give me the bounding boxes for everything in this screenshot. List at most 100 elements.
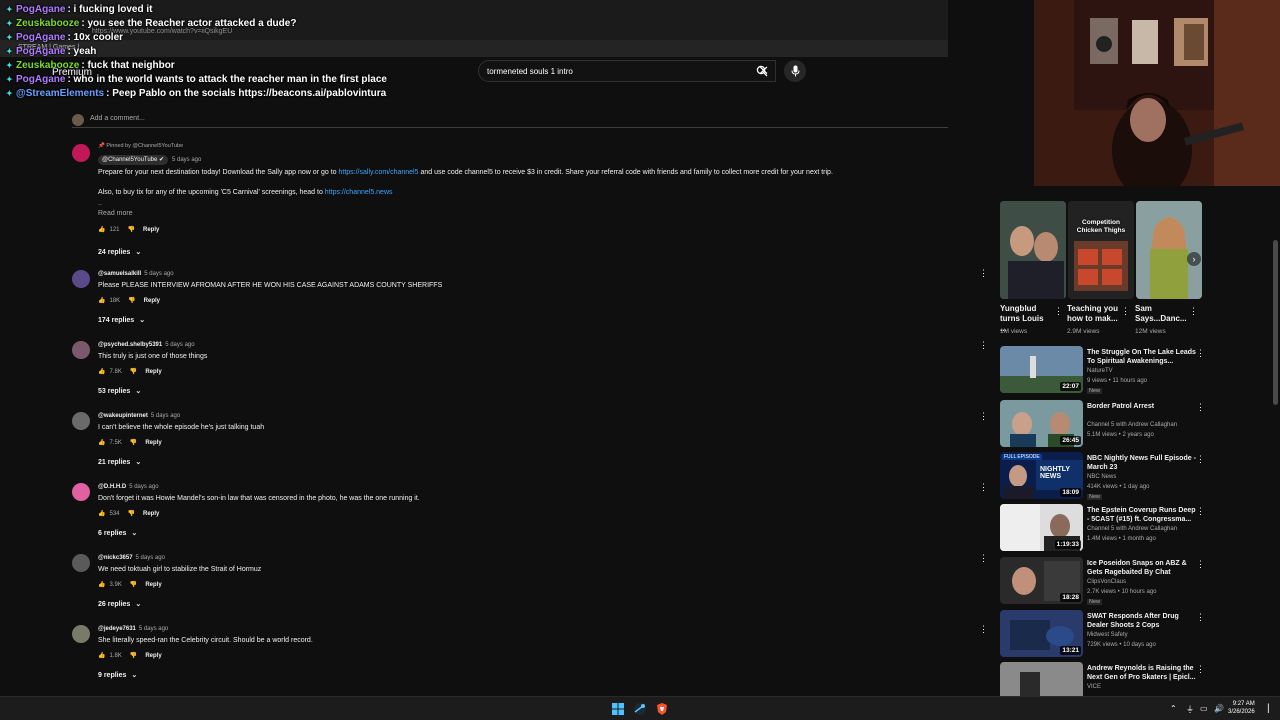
more-options-icon[interactable]: ⋮ [979,340,988,351]
video-menu-icon[interactable]: ⋮ [1196,506,1205,517]
chat-username[interactable]: PogAgane [16,74,65,85]
chat-username[interactable]: Zeuskabooze [16,18,79,29]
more-options-icon[interactable]: ⋮ [979,624,988,635]
video-menu-icon[interactable]: ⋮ [1196,402,1205,413]
usb-icon[interactable]: ⏚ [1186,704,1194,715]
comment-time[interactable]: 5 days ago [144,271,173,277]
short-title[interactable]: Teaching you how to mak... [1067,304,1119,324]
video-title[interactable]: The Struggle On The Lake Leads To Spirit… [1087,348,1197,366]
author-name[interactable]: @wakeupinternet [98,413,148,419]
view-replies-button[interactable]: 6 replies ⌄ [98,529,137,538]
add-comment-placeholder[interactable]: Add a comment... [90,115,145,122]
thumbs-down-icon[interactable]: 👎 [130,368,137,375]
view-replies-button[interactable]: 26 replies ⌄ [98,600,141,609]
reply-button[interactable]: Reply [145,582,161,588]
channel-name[interactable]: ClipsVonClaus [1087,579,1126,585]
like-button[interactable]: 👍 7.5K [98,439,122,447]
clock[interactable]: 9:27 AM 3/26/2026 [1228,700,1255,716]
video-menu-icon[interactable]: ⋮ [1196,454,1205,465]
video-thumbnail[interactable]: 18:28 [1000,557,1083,604]
comment-time[interactable]: 5 days ago [172,157,201,163]
author-name[interactable]: @nickc3657 [98,555,133,561]
brave-browser-icon[interactable] [655,702,669,716]
like-button[interactable]: 👍 3.9K [98,581,122,589]
reply-button[interactable]: Reply [145,369,161,375]
avatar[interactable] [72,554,90,572]
thumbs-down-icon[interactable]: 👎 [128,297,135,304]
avatar[interactable] [72,412,90,430]
video-title[interactable]: NBC Nightly News Full Episode - March 23 [1087,454,1197,472]
channel-name[interactable]: NBC News [1087,474,1116,480]
steam-icon[interactable] [633,702,647,716]
video-title[interactable]: SWAT Responds After Drug Dealer Shoots 2… [1087,612,1197,630]
related-video[interactable]: 1:19:33 The Epstein Coverup Runs Deep - 5… [1000,504,1240,556]
windows-start-icon[interactable] [611,702,625,716]
thumbs-down-icon[interactable]: 👎 [130,439,137,446]
short-menu-icon[interactable]: ⋮ [1189,306,1198,317]
shorts-next-button[interactable]: › [1187,252,1201,266]
thumbs-down-icon[interactable]: 👎 [128,510,135,517]
channel-name[interactable]: Channel 5 with Andrew Callaghan [1087,422,1177,428]
channel-name[interactable]: Channel 5 with Andrew Callaghan [1087,526,1177,532]
more-options-icon[interactable]: ⋮ [979,553,988,564]
author-name[interactable]: @jedeye7631 [98,626,136,632]
replies-count[interactable]: 6 replies [98,530,126,537]
channel-name[interactable]: Midwest Safety [1087,632,1128,638]
related-video[interactable]: FULL EPISODE NIGHTLY NEWS 18:09 NBC Nightly… [1000,452,1240,504]
like-button[interactable]: 👍 121 [98,226,120,234]
related-video[interactable]: 18:28 Ice Poseidon Snaps on ABZ & Gets Ra… [1000,557,1240,609]
thumbs-down-icon[interactable]: 👎 [130,581,137,588]
search-button[interactable] [750,60,774,82]
monitor-icon[interactable]: ▭ [1200,704,1208,713]
chat-username[interactable]: PogAgane [16,4,65,15]
chat-username[interactable]: Zeuskabooze [16,60,79,71]
view-replies-button[interactable]: 53 replies ⌄ [98,387,141,396]
related-video[interactable]: 22:07 The Struggle On The Lake Leads To S… [1000,346,1240,398]
add-comment-field[interactable]: Add a comment... [72,112,948,128]
like-button[interactable]: 👍 18K [98,297,120,305]
author-name[interactable]: @Channel5YouTube [102,157,157,163]
scrollbar-thumb[interactable] [1273,240,1278,405]
reply-button[interactable]: Reply [145,440,161,446]
chat-username[interactable]: PogAgane [16,46,65,57]
video-thumbnail[interactable]: 22:07 [1000,346,1083,393]
video-title[interactable]: Ice Poseidon Snaps on ABZ & Gets Ragebai… [1087,559,1197,577]
more-options-icon[interactable]: ⋮ [979,482,988,493]
view-replies-button[interactable]: 174 replies ⌄ [98,316,145,325]
short-thumbnail[interactable]: Competition Chicken Thighs [1068,201,1134,299]
like-button[interactable]: 👍 534 [98,510,120,518]
replies-count[interactable]: 21 replies [98,459,130,466]
search-input[interactable]: tormeneted souls 1 intro [487,67,573,76]
comment-link[interactable]: https://channel5.news [325,189,393,196]
video-thumbnail[interactable]: 13:21 [1000,610,1083,657]
more-options-icon[interactable]: ⋮ [979,268,988,279]
video-menu-icon[interactable]: ⋮ [1196,559,1205,570]
replies-count[interactable]: 26 replies [98,601,130,608]
chat-username[interactable]: @StreamElements [16,88,104,99]
avatar[interactable] [72,341,90,359]
comment-time[interactable]: 5 days ago [129,484,158,490]
video-title[interactable]: The Epstein Coverup Runs Deep - 5CAST (#… [1087,506,1197,524]
view-replies-button[interactable]: 9 replies ⌄ [98,671,137,680]
video-thumbnail[interactable]: 26:45 [1000,400,1083,447]
avatar[interactable] [72,625,90,643]
channel-name[interactable]: VICE [1087,684,1101,690]
author-name[interactable]: @psyched.shelby5391 [98,342,162,348]
view-replies-button[interactable]: 21 replies ⌄ [98,458,141,467]
more-options-icon[interactable]: ⋮ [979,411,988,422]
thumbs-down-icon[interactable]: 👎 [128,226,135,233]
voice-search-button[interactable] [784,60,806,82]
read-more-button[interactable]: Read more [98,210,133,217]
reply-button[interactable]: Reply [144,298,160,304]
reply-button[interactable]: Reply [143,227,159,233]
comment-link[interactable]: https://sally.com/channel5 [338,169,418,176]
view-replies-button[interactable]: 24 replies ⌄ [98,248,141,257]
author-chip[interactable]: @Channel5YouTube ✔ [98,155,169,165]
comment-time[interactable]: 5 days ago [139,626,168,632]
like-button[interactable]: 👍 1.8K [98,652,122,660]
author-name[interactable]: @samuelsalkill [98,271,141,277]
avatar[interactable] [72,270,90,288]
speaker-icon[interactable]: 🔊 [1214,704,1224,713]
short-title[interactable]: Sam Says...Danc... [1135,304,1187,324]
related-video[interactable]: 26:45 Border Patrol Arrest Channel 5 with … [1000,400,1240,452]
